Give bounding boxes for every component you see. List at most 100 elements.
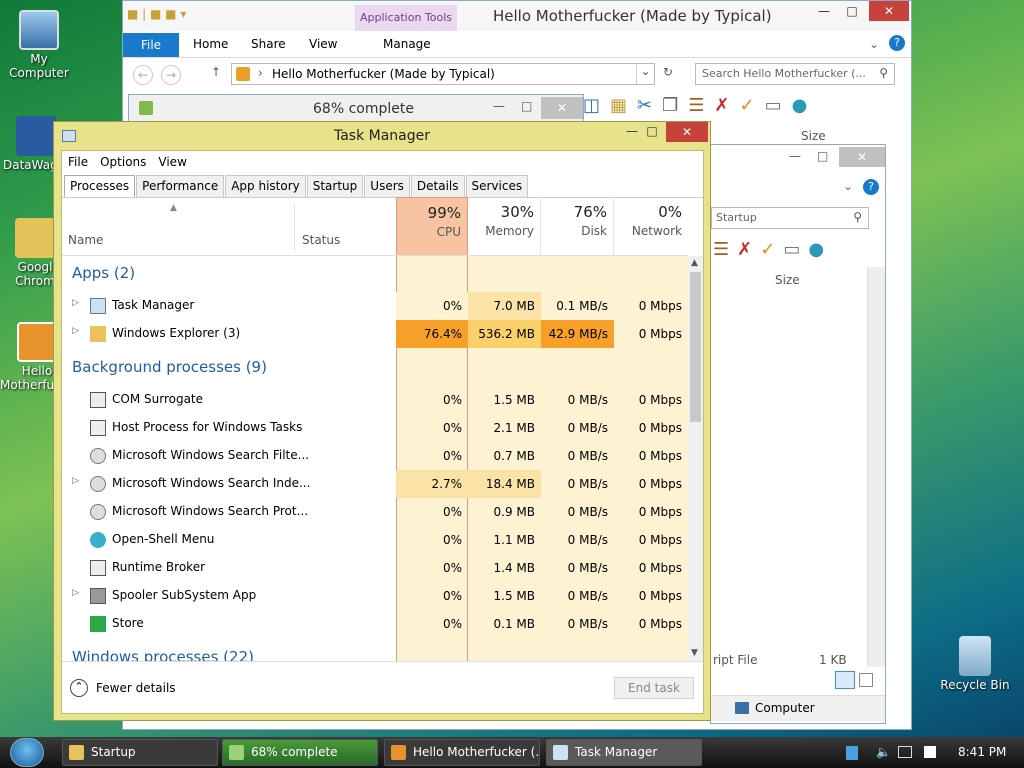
check-icon[interactable]: ✓ <box>740 95 765 116</box>
tab-file[interactable]: File <box>123 33 179 57</box>
menu-options[interactable]: Options <box>94 151 152 173</box>
scrollbar[interactable]: ▲ ▼ <box>688 256 703 661</box>
maximize-button[interactable]: □ <box>640 124 664 138</box>
minimize-button[interactable]: — <box>789 149 801 163</box>
menu-view[interactable]: View <box>152 151 192 173</box>
table-row[interactable]: Store 0% 0.1 MB 0 MB/s 0 Mbps <box>62 610 688 638</box>
rename-icon[interactable]: ▭ <box>765 95 792 116</box>
table-row[interactable]: ▷ Microsoft Windows Search Inde... 2.7% … <box>62 470 688 498</box>
table-row[interactable]: COM Surrogate 0% 1.5 MB 0 MB/s 0 Mbps <box>62 386 688 414</box>
show-desktop-icon[interactable] <box>846 746 858 760</box>
scrollbar[interactable] <box>867 267 885 667</box>
up-button[interactable]: ↑ <box>211 65 221 79</box>
network-icon[interactable] <box>898 746 912 758</box>
tab-app-history[interactable]: App history <box>225 175 306 197</box>
check-icon[interactable]: ✓ <box>760 239 783 260</box>
table-row[interactable]: Runtime Broker 0% 1.4 MB 0 MB/s 0 Mbps <box>62 554 688 582</box>
cut-icon[interactable]: ✂ <box>637 95 662 116</box>
tab-details[interactable]: Details <box>410 175 465 197</box>
table-row[interactable]: Host Process for Windows Tasks 0% 2.1 MB… <box>62 414 688 442</box>
rename-icon[interactable]: ▭ <box>783 239 808 260</box>
search-input[interactable]: Startup ⚲ <box>711 207 869 229</box>
details-view-icon[interactable] <box>835 671 855 689</box>
table-row[interactable]: ▷ Task Manager 0% 7.0 MB 0.1 MB/s 0 Mbps <box>62 292 688 320</box>
search-input[interactable]: Search Hello Motherfucker (... ⚲ <box>695 63 895 85</box>
minimize-button[interactable]: — <box>493 99 505 113</box>
taskbar-button-startup[interactable]: Startup <box>62 739 218 766</box>
table-row[interactable]: ▷ Spooler SubSystem App 0% 1.5 MB 0 MB/s… <box>62 582 688 610</box>
globe-icon[interactable]: ● <box>808 239 832 260</box>
table-row[interactable]: Microsoft Windows Search Prot... 0% 0.9 … <box>62 498 688 526</box>
close-button[interactable]: ✕ <box>541 97 583 119</box>
taskbar-button-hello[interactable]: Hello Motherfucker (... <box>384 739 540 766</box>
help-icon[interactable]: ? <box>863 179 879 195</box>
table-row[interactable]: Open-Shell Menu 0% 1.1 MB 0 MB/s 0 Mbps <box>62 526 688 554</box>
maximize-button[interactable]: □ <box>817 149 828 163</box>
fewer-details-icon[interactable]: ⌃ <box>70 679 88 697</box>
minimize-button[interactable]: — <box>811 1 837 21</box>
close-button[interactable]: ✕ <box>839 147 885 167</box>
column-header-memory[interactable]: 30% Memory <box>468 197 541 255</box>
scroll-up-icon[interactable]: ▲ <box>691 258 698 268</box>
forward-button[interactable]: → <box>161 65 181 85</box>
action-center-icon[interactable] <box>924 746 936 758</box>
tab-services[interactable]: Services <box>465 175 529 197</box>
maximize-button[interactable]: □ <box>521 99 532 113</box>
address-bar[interactable]: › Hello Motherfucker (Made by Typical) ⌄ <box>231 63 655 85</box>
tab-manage[interactable]: Manage <box>383 37 431 51</box>
expand-arrow-icon[interactable]: ▷ <box>72 588 79 598</box>
quick-access-toolbar[interactable]: ■ | ■ ■ ▾ <box>127 7 186 21</box>
column-header-name[interactable]: Name <box>68 233 103 247</box>
copy-icon[interactable]: ❐ <box>662 95 688 116</box>
table-row[interactable]: ▷ Windows Explorer (3) 76.4% 536.2 MB 42… <box>62 320 688 348</box>
clock[interactable]: 8:41 PM <box>958 745 1006 759</box>
desktop-icon-my-computer[interactable]: My Computer <box>2 10 76 80</box>
taskbar-button-task-manager[interactable]: Task Manager <box>546 739 702 766</box>
fewer-details-link[interactable]: Fewer details <box>96 681 176 695</box>
tab-processes[interactable]: Processes <box>64 175 136 197</box>
column-header-network[interactable]: 0% Network <box>614 197 688 255</box>
properties-icon[interactable]: ▦ <box>610 95 637 116</box>
tab-startup[interactable]: Startup <box>306 175 364 197</box>
delete-icon[interactable]: ✗ <box>737 239 760 260</box>
chevron-down-icon[interactable]: ⌄ <box>636 64 654 84</box>
close-button[interactable]: ✕ <box>869 1 909 21</box>
end-task-button[interactable]: End task <box>614 677 694 699</box>
scroll-down-icon[interactable]: ▼ <box>691 648 698 658</box>
paste-icon[interactable]: ☰ <box>713 239 737 260</box>
close-button[interactable]: ✕ <box>666 122 708 142</box>
tab-performance[interactable]: Performance <box>136 175 225 197</box>
maximize-button[interactable]: □ <box>839 1 865 21</box>
expand-arrow-icon[interactable]: ▷ <box>72 476 79 486</box>
chevron-down-icon[interactable]: ⌄ <box>869 37 879 51</box>
view-icon[interactable]: ◫ <box>583 95 610 116</box>
expand-arrow-icon[interactable]: ▷ <box>72 326 79 336</box>
column-header-disk[interactable]: 76% Disk <box>541 197 614 255</box>
expand-arrow-icon[interactable]: ▷ <box>72 298 79 308</box>
tab-users[interactable]: Users <box>364 175 410 197</box>
volume-muted-icon[interactable]: 🔈 <box>876 745 891 759</box>
start-button[interactable] <box>10 738 44 767</box>
globe-icon[interactable]: ● <box>792 95 818 116</box>
help-icon[interactable]: ? <box>889 35 905 51</box>
tab-share[interactable]: Share <box>251 37 286 51</box>
paste-icon[interactable]: ☰ <box>688 95 714 116</box>
table-row[interactable]: Microsoft Windows Search Filte... 0% 0.7… <box>62 442 688 470</box>
file-row[interactable]: ript File 1 KB <box>711 651 851 669</box>
chevron-down-icon[interactable]: ⌄ <box>843 179 853 193</box>
column-header-size[interactable]: Size <box>775 273 800 287</box>
column-header-status[interactable]: Status <box>302 233 340 247</box>
menu-file[interactable]: File <box>62 151 94 173</box>
tab-view[interactable]: View <box>309 37 337 51</box>
desktop-icon-recycle-bin[interactable]: Recycle Bin <box>938 636 1012 692</box>
scrollbar-thumb[interactable] <box>690 272 701 422</box>
refresh-button[interactable]: ↻ <box>663 65 673 79</box>
tab-home[interactable]: Home <box>193 37 228 51</box>
back-button[interactable]: ← <box>133 65 153 85</box>
tiles-view-icon[interactable] <box>859 673 873 687</box>
desktop-icon-datawag[interactable]: DataWag <box>0 116 60 172</box>
delete-icon[interactable]: ✗ <box>714 95 739 116</box>
column-header-size[interactable]: Size <box>801 129 826 143</box>
taskbar-button-progress[interactable]: 68% complete <box>222 739 378 766</box>
column-header-cpu[interactable]: 99% CPU <box>396 197 468 255</box>
